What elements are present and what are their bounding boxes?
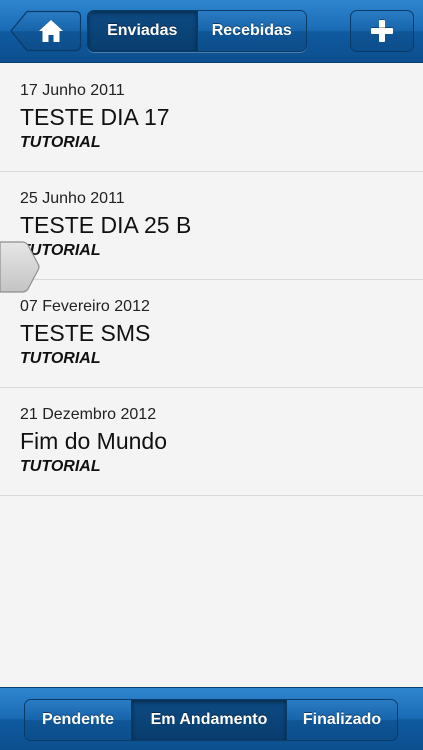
add-button[interactable] bbox=[350, 10, 414, 52]
item-date: 25 Junho 2011 bbox=[20, 190, 125, 207]
list-item[interactable]: 25 Junho 2011 TESTE DIA 25 B TUTORIAL bbox=[0, 172, 423, 280]
item-date: 21 Dezembro 2012 bbox=[20, 406, 157, 423]
sent-received-segmented-control: Enviadas Recebidas bbox=[87, 10, 307, 52]
tab-em-andamento-label: Em Andamento bbox=[150, 711, 268, 728]
tab-finalizado-label: Finalizado bbox=[302, 711, 382, 728]
item-date: 17 Junho 2011 bbox=[20, 82, 125, 99]
list-item[interactable]: 07 Fevereiro 2012 TESTE SMS TUTORIAL bbox=[0, 280, 423, 388]
home-button[interactable] bbox=[10, 10, 82, 52]
item-title: TESTE DIA 17 bbox=[20, 104, 170, 130]
tab-recebidas-label: Recebidas bbox=[211, 22, 292, 39]
item-title: TESTE DIA 25 B bbox=[20, 212, 192, 238]
list-item[interactable]: 17 Junho 2011 TESTE DIA 17 TUTORIAL bbox=[0, 64, 423, 172]
home-icon bbox=[39, 20, 63, 42]
list-item[interactable]: 21 Dezembro 2012 Fim do Mundo TUTORIAL bbox=[0, 388, 423, 496]
message-list: 17 Junho 2011 TESTE DIA 17 TUTORIAL 25 J… bbox=[0, 64, 423, 496]
tab-enviadas[interactable]: Enviadas bbox=[88, 11, 197, 51]
tab-enviadas-label: Enviadas bbox=[107, 22, 178, 39]
tab-em-andamento[interactable]: Em Andamento bbox=[131, 700, 286, 740]
item-tag: TUTORIAL bbox=[20, 458, 101, 475]
item-title: Fim do Mundo bbox=[20, 428, 168, 454]
tab-pendente[interactable]: Pendente bbox=[25, 700, 131, 740]
tab-pendente-label: Pendente bbox=[41, 711, 114, 728]
plus-icon bbox=[371, 20, 393, 42]
tab-recebidas[interactable]: Recebidas bbox=[196, 11, 306, 51]
status-segmented-control: Pendente Em Andamento Finalizado bbox=[24, 699, 398, 741]
item-tag: TUTORIAL bbox=[20, 134, 101, 151]
item-tag: TUTORIAL bbox=[20, 350, 101, 367]
top-navigation-bar: Enviadas Recebidas bbox=[0, 0, 423, 63]
side-drawer-tab[interactable] bbox=[0, 240, 40, 294]
item-title: TESTE SMS bbox=[20, 320, 151, 346]
item-tag: TUTORIAL bbox=[20, 242, 101, 259]
bottom-status-bar: Pendente Em Andamento Finalizado bbox=[0, 687, 423, 750]
tab-finalizado[interactable]: Finalizado bbox=[286, 700, 397, 740]
item-date: 07 Fevereiro 2012 bbox=[20, 298, 150, 315]
